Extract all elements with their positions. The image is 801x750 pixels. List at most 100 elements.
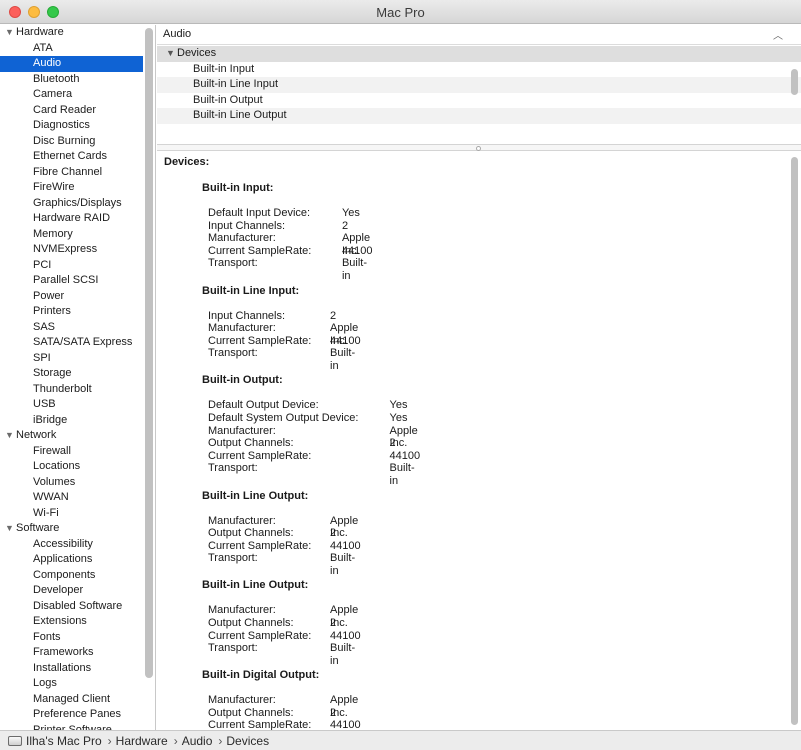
property-value: 2 [330,706,337,719]
sidebar-item-parallel-scsi[interactable]: Parallel SCSI [0,273,143,289]
sidebar-item-accessibility[interactable]: Accessibility [0,537,143,553]
device-block: Built-in Line Output: Manufacturer: Apple … [202,490,361,577]
sidebar-category-label: Network [16,429,57,441]
property-row: Manufacturer: Apple Inc. [202,322,358,347]
sidebar-item-graphics-displays[interactable]: Graphics/Displays [0,196,143,212]
sidebar-item-managed-client[interactable]: Managed Client [0,692,143,708]
sidebar-category-hardware[interactable]: ▼ Hardware [0,25,143,41]
sidebar-item-sas[interactable]: SAS [0,320,143,336]
sidebar-item-hardware-raid[interactable]: Hardware RAID [0,211,143,227]
sidebar-item-extensions[interactable]: Extensions [0,614,143,630]
device-name: Built-in Output: [202,374,283,387]
property-key: Current SampleRate: [208,244,312,257]
sidebar-item-printers[interactable]: Printers [0,304,143,320]
property-value: 2 [389,437,396,450]
sidebar-item-ata[interactable]: ATA [0,41,143,57]
disclosure-triangle-icon[interactable]: ▼ [166,46,177,61]
disclosure-triangle-icon[interactable]: ▼ [5,521,16,536]
sidebar-item-applications[interactable]: Applications [0,552,143,568]
sidebar-item-disc-burning[interactable]: Disc Burning [0,134,143,150]
title-bar[interactable]: Mac Pro [0,0,801,24]
disclosure-triangle-icon[interactable]: ▼ [5,25,16,40]
property-row: Current SampleRate: 44100 [202,244,373,258]
sidebar-item-installations[interactable]: Installations [0,661,143,677]
breadcrumb-item-devices[interactable]: Devices [226,734,269,748]
chevron-up-icon[interactable]: ︿ [773,27,783,42]
split-view-divider[interactable] [157,144,801,151]
property-value: 44100 [330,539,361,552]
property-key: Input Channels: [208,309,286,322]
property-row: Transport: Built-in [202,347,355,372]
tree-scrollbar[interactable] [791,69,798,95]
sidebar-item-memory[interactable]: Memory [0,227,143,243]
sidebar-item-nvmexpress[interactable]: NVMExpress [0,242,143,258]
sidebar-item-fonts[interactable]: Fonts [0,630,143,646]
sidebar-item-pci[interactable]: PCI [0,258,143,274]
sidebar-item-frameworks[interactable]: Frameworks [0,645,143,661]
property-value: 2 [341,219,349,232]
sidebar-item-usb[interactable]: USB [0,397,143,413]
property-row: Output Channels: 2 [202,437,396,450]
chevron-right-icon: › [218,734,223,748]
sidebar-item-volumes[interactable]: Volumes [0,475,143,491]
sidebar-item-storage[interactable]: Storage [0,366,143,382]
sidebar-item-fibre-channel[interactable]: Fibre Channel [0,165,143,181]
breadcrumb-item-hardware[interactable]: Hardware [116,734,168,748]
breadcrumb-item-ilha-s-mac-pro[interactable]: Ilha's Mac Pro [26,734,102,748]
sidebar-item-power[interactable]: Power [0,289,143,305]
disclosure-triangle-icon[interactable]: ▼ [5,428,16,443]
sidebar-item-firewire[interactable]: FireWire [0,180,143,196]
computer-icon [8,736,22,746]
sidebar-item-card-reader[interactable]: Card Reader [0,103,143,119]
tree-item-built-in-line-input[interactable]: Built-in Line Input [157,77,801,93]
device-block: Built-in Line Output: Manufacturer: Apple … [202,579,361,666]
chevron-right-icon: › [107,734,112,748]
sidebar-item-diagnostics[interactable]: Diagnostics [0,118,143,134]
sidebar-list: ▼ Hardware ATA Audio Bluetooth Camera Card Rea… [0,25,143,730]
sidebar-item-printer-software[interactable]: Printer Software [0,723,143,731]
sidebar-item-disabled-software[interactable]: Disabled Software [0,599,143,615]
property-row: Manufacturer: Apple Inc. [202,515,358,540]
sidebar-item-preference-panes[interactable]: Preference Panes [0,707,143,723]
property-key: Current SampleRate: [208,449,312,462]
sidebar-item-logs[interactable]: Logs [0,676,143,692]
tree-group-devices[interactable]: ▼ Devices [157,46,801,62]
tree-item-built-in-input[interactable]: Built-in Input [157,62,801,78]
property-key: Output Channels: [208,706,294,719]
sidebar-scrollbar[interactable] [145,28,153,678]
device-tree: ▼ Devices Built-in Input Built-in Line Inp… [157,46,801,144]
sidebar-item-thunderbolt[interactable]: Thunderbolt [0,382,143,398]
tree-item-built-in-output[interactable]: Built-in Output [157,93,801,109]
sidebar-item-sata-sata-express[interactable]: SATA/SATA Express [0,335,143,351]
tree-group-label: Devices [177,47,217,59]
sidebar-category-software[interactable]: ▼ Software [0,521,143,537]
sidebar: ▼ Hardware ATA Audio Bluetooth Camera Card Rea… [0,25,156,730]
breadcrumb-item-audio[interactable]: Audio [182,734,213,748]
detail-scrollbar[interactable] [791,157,798,725]
property-value: 2 [330,616,337,629]
device-name: Built-in Line Input: [202,284,300,297]
sidebar-item-wi-fi[interactable]: Wi-Fi [0,506,143,522]
sidebar-item-ibridge[interactable]: iBridge [0,413,143,429]
property-value: Built-in [341,257,367,282]
property-value: 44100 [330,334,361,347]
sidebar-item-audio[interactable]: Audio [0,56,143,72]
sidebar-item-locations[interactable]: Locations [0,459,143,475]
sidebar-category-network[interactable]: ▼ Network [0,428,143,444]
sidebar-item-developer[interactable]: Developer [0,583,143,599]
tree-item-built-in-line-output[interactable]: Built-in Line Output [157,108,801,124]
property-value: Built-in [330,642,356,667]
sidebar-item-ethernet-cards[interactable]: Ethernet Cards [0,149,143,165]
property-row: Manufacturer: Apple Inc. [202,232,370,257]
sidebar-item-components[interactable]: Components [0,568,143,584]
property-key: Transport: [208,642,258,655]
sidebar-item-wwan[interactable]: WWAN [0,490,143,506]
sidebar-item-firewall[interactable]: Firewall [0,444,143,460]
sidebar-item-spi[interactable]: SPI [0,351,143,367]
sidebar-item-bluetooth[interactable]: Bluetooth [0,72,143,88]
property-key: Input Channels: [208,219,286,232]
property-row: Output Channels: 2 [202,617,336,630]
device-block: Built-in Output: Default Output Device: Ye… [202,374,420,487]
sidebar-item-camera[interactable]: Camera [0,87,143,103]
property-row: Default Input Device: Yes [202,207,360,220]
